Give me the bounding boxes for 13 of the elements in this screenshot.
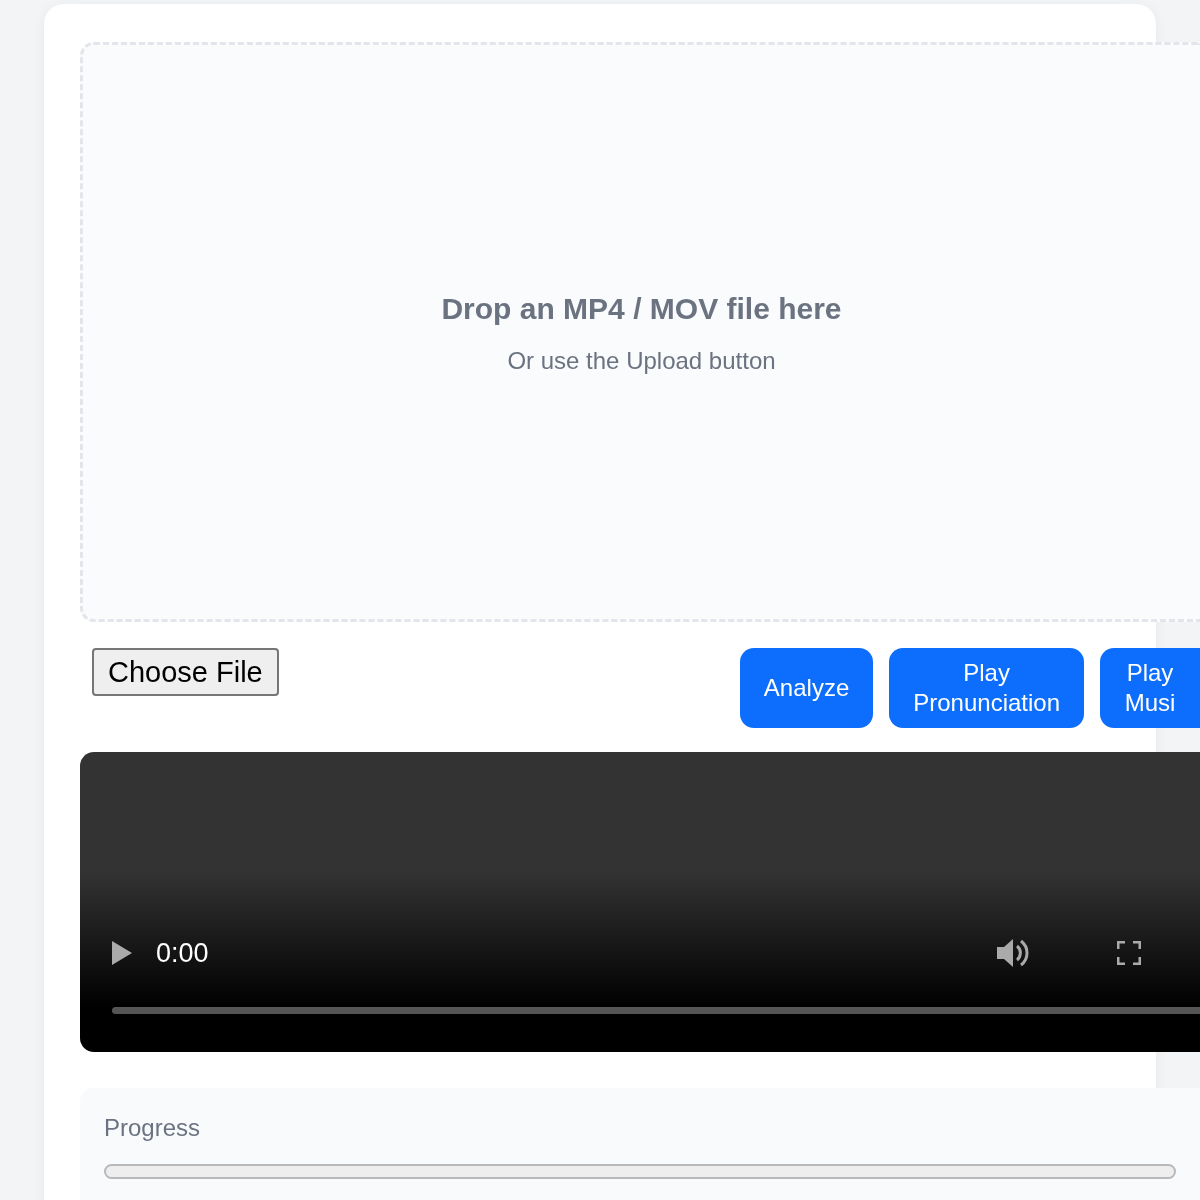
- video-player[interactable]: 0:00: [80, 752, 1200, 1052]
- fullscreen-icon[interactable]: [1116, 940, 1141, 965]
- drop-hint: Or use the Upload button: [507, 345, 776, 376]
- drop-title: Drop an MP4 / MOV file here: [441, 290, 842, 327]
- action-button[interactable]: Analyze: [739, 648, 874, 728]
- play-icon[interactable]: [112, 940, 132, 965]
- volume-icon[interactable]: [996, 937, 1029, 968]
- progress-label: Progress: [104, 1113, 202, 1143]
- time-display: 0:00: [156, 936, 209, 970]
- choose-file-button[interactable]: Choose File: [92, 648, 279, 696]
- action-button[interactable]: Play Musi: [1100, 648, 1200, 728]
- drop-zone[interactable]: Drop an MP4 / MOV file here Or use the Upload button: [80, 42, 1200, 622]
- action-button[interactable]: Play Pronunciation: [889, 648, 1084, 728]
